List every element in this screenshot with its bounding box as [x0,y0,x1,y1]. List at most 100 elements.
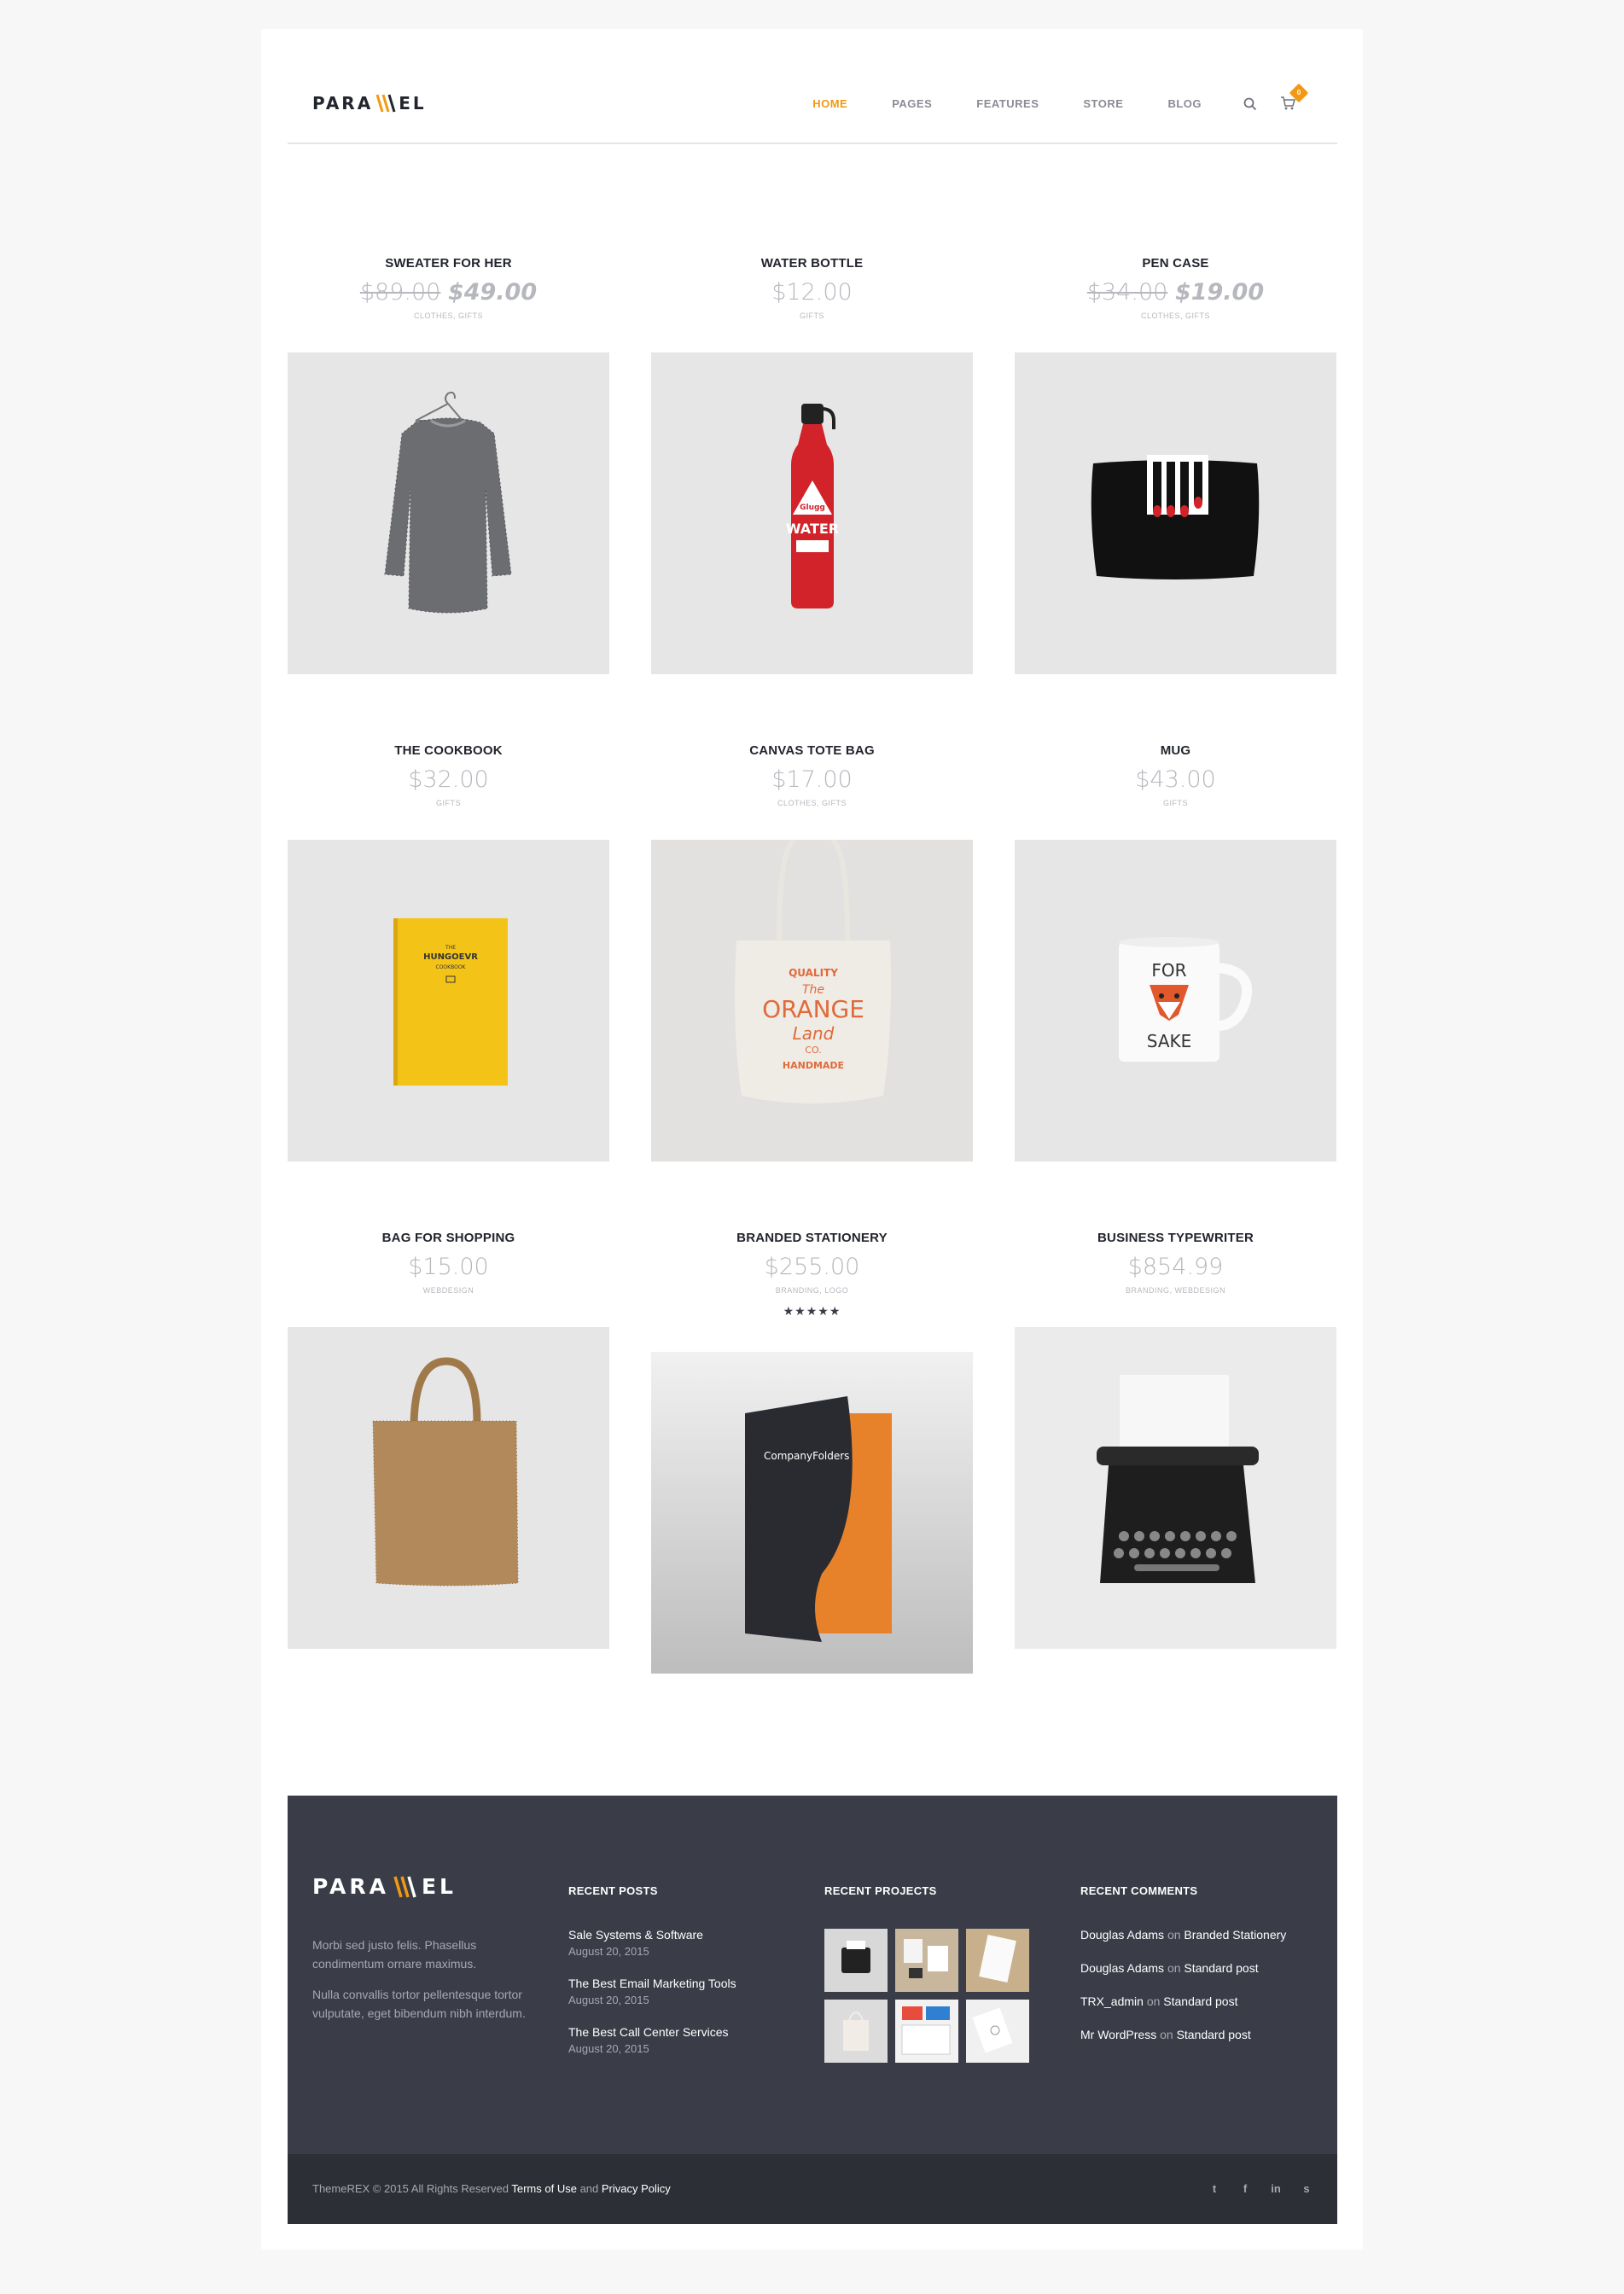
comment-item[interactable]: Douglas Adams on Branded Stationery [1080,1928,1328,1942]
cookbook-sub-text: COOKBOOK [436,964,467,970]
comment-post-link[interactable]: Standard post [1163,1994,1237,2008]
bottle-brand-text: Glugg [800,504,825,512]
recent-projects: RECENT PROJECTS [824,1884,1046,2063]
nav-features[interactable]: FEATURES [976,97,1039,110]
product-title[interactable]: CANVAS TOTE BAG [651,743,973,760]
recent-comments: RECENT COMMENTS Douglas Adams on Branded… [1080,1884,1328,2041]
comment-author[interactable]: Douglas Adams [1080,1928,1164,1942]
post-title[interactable]: The Best Call Center Services [568,2025,790,2039]
post-item[interactable]: The Best Call Center Services August 20,… [568,2025,790,2055]
project-thumb[interactable] [895,1929,958,1992]
copyright-text: ThemeREX © 2015 All Rights Reserved [312,2182,509,2195]
post-title[interactable]: The Best Email Marketing Tools [568,1977,790,1990]
post-title[interactable]: Sale Systems & Software [568,1928,790,1942]
product-image-sweater[interactable] [288,352,609,674]
product-categories[interactable]: CLOTHES, GIFTS [1015,311,1336,322]
nav-pages[interactable]: PAGES [892,97,932,110]
product-card[interactable]: WATER BOTTLE $12.00 GIFTS Glugg WATER [651,256,973,674]
comment-post-link[interactable]: Standard post [1177,2028,1251,2041]
product-card[interactable]: BRANDED STATIONERY $255.00 BRANDING, LOG… [651,1231,973,1674]
linkedin-icon[interactable]: in [1269,2182,1283,2195]
product-title[interactable]: BAG FOR SHOPPING [288,1231,609,1248]
folder-brand-text: CompanyFolders [764,1450,849,1462]
product-image-stationery[interactable]: CompanyFolders [651,1352,973,1674]
product-title[interactable]: WATER BOTTLE [651,256,973,273]
product-card[interactable]: THE COOKBOOK $32.00 GIFTS THE HUNGOEVR C… [288,743,609,1162]
product-categories[interactable]: CLOTHES, GIFTS [288,311,609,322]
logo-slash-icon [393,1876,416,1897]
nav-blog[interactable]: BLOG [1167,97,1202,110]
product-title[interactable]: SWEATER FOR HER [288,256,609,273]
comment-post-link[interactable]: Standard post [1184,1961,1258,1975]
twitter-icon[interactable]: t [1208,2182,1221,2195]
product-image-pen-case[interactable] [1015,352,1336,674]
product-image-shopping-bag[interactable] [288,1327,609,1649]
product-card[interactable]: MUG $43.00 GIFTS FOR SAKE [1015,743,1336,1162]
comment-item[interactable]: Mr WordPress on Standard post [1080,2028,1328,2041]
nav-home[interactable]: HOME [812,97,847,110]
footer-logo-text-right: EL [421,1874,457,1899]
project-thumb[interactable] [895,2000,958,2063]
logo-text-right: EL [399,93,427,114]
product-image-bottle[interactable]: Glugg WATER [651,352,973,674]
comment-author[interactable]: Mr WordPress [1080,2028,1156,2041]
product-image-typewriter[interactable] [1015,1327,1336,1649]
product-categories[interactable]: GIFTS [288,799,609,809]
comment-item[interactable]: Douglas Adams on Standard post [1080,1961,1328,1975]
product-categories[interactable]: BRANDING, LOGO [651,1286,973,1296]
product-title[interactable]: MUG [1015,743,1336,760]
rating-stars: ★★★★★ [783,1304,841,1318]
product-categories[interactable]: GIFTS [1015,799,1336,809]
privacy-link[interactable]: Privacy Policy [602,2182,671,2195]
comment-item[interactable]: TRX_admin on Standard post [1080,1994,1328,2008]
page: PARA EL HOME PAGES FEATURES STORE BLOG 0 [261,29,1363,2250]
tote-text-co: CO. [805,1045,821,1056]
product-card[interactable]: PEN CASE $34.00 $19.00 CLOTHES, GIFTS [1015,256,1336,674]
comment-on: on [1167,1928,1181,1942]
product-categories[interactable]: CLOTHES, GIFTS [651,799,973,809]
search-icon[interactable] [1243,97,1257,111]
product-card[interactable]: SWEATER FOR HER $89.00 $49.00 CLOTHES, G… [288,256,609,674]
footer-logo-text-left: PARA [312,1874,389,1899]
tote-text-handmade: HANDMADE [783,1060,844,1071]
project-thumb[interactable] [966,1929,1029,1992]
typewriter-image [1097,1375,1259,1583]
comment-author[interactable]: TRX_admin [1080,1994,1144,2008]
tote-text-orange: ORANGE [762,995,864,1023]
site-logo[interactable]: PARA EL [312,93,427,114]
product-title[interactable]: BUSINESS TYPEWRITER [1015,1231,1336,1248]
product-categories[interactable]: GIFTS [651,311,973,322]
tote-thumb [843,2012,869,2051]
terms-link[interactable]: Terms of Use [511,2182,577,2195]
product-image-mug[interactable]: FOR SAKE [1015,840,1336,1162]
facebook-icon[interactable]: f [1238,2182,1252,2195]
price-old: $89.00 [359,279,441,306]
main-nav: HOME PAGES FEATURES STORE BLOG [768,97,1202,110]
footer-logo[interactable]: PARA EL [312,1874,457,1899]
skype-icon[interactable]: s [1300,2182,1313,2195]
product-card[interactable]: BUSINESS TYPEWRITER $854.99 BRANDING, WE… [1015,1231,1336,1649]
product-price: $34.00 $19.00 [1015,279,1336,308]
cookbook-title-text: HUNGOEVR [423,952,478,962]
comment-post-link[interactable]: Branded Stationery [1184,1928,1286,1942]
product-title[interactable]: THE COOKBOOK [288,743,609,760]
nav-store[interactable]: STORE [1083,97,1123,110]
post-item[interactable]: The Best Email Marketing Tools August 20… [568,1977,790,2006]
project-thumb[interactable] [824,2000,888,2063]
price-new: $49.00 [447,279,538,306]
product-title[interactable]: PEN CASE [1015,256,1336,273]
product-image-cookbook[interactable]: THE HUNGOEVR COOKBOOK [288,840,609,1162]
cart-count: 0 [1296,89,1301,96]
product-card[interactable]: BAG FOR SHOPPING $15.00 WEBDESIGN [288,1231,609,1649]
bottle-water-text: WATER [786,521,839,537]
product-categories[interactable]: BRANDING, WEBDESIGN [1015,1286,1336,1296]
post-item[interactable]: Sale Systems & Software August 20, 2015 [568,1928,790,1958]
comment-author[interactable]: Douglas Adams [1080,1961,1164,1975]
project-thumb[interactable] [966,2000,1029,2063]
product-categories[interactable]: WEBDESIGN [288,1286,609,1296]
project-thumb[interactable] [824,1929,888,1992]
product-card[interactable]: CANVAS TOTE BAG $17.00 CLOTHES, GIFTS QU… [651,743,973,1162]
post-date: August 20, 2015 [568,1945,649,1958]
product-image-tote[interactable]: QUALITY The ORANGE Land CO. HANDMADE [651,840,973,1162]
product-title[interactable]: BRANDED STATIONERY [651,1231,973,1248]
